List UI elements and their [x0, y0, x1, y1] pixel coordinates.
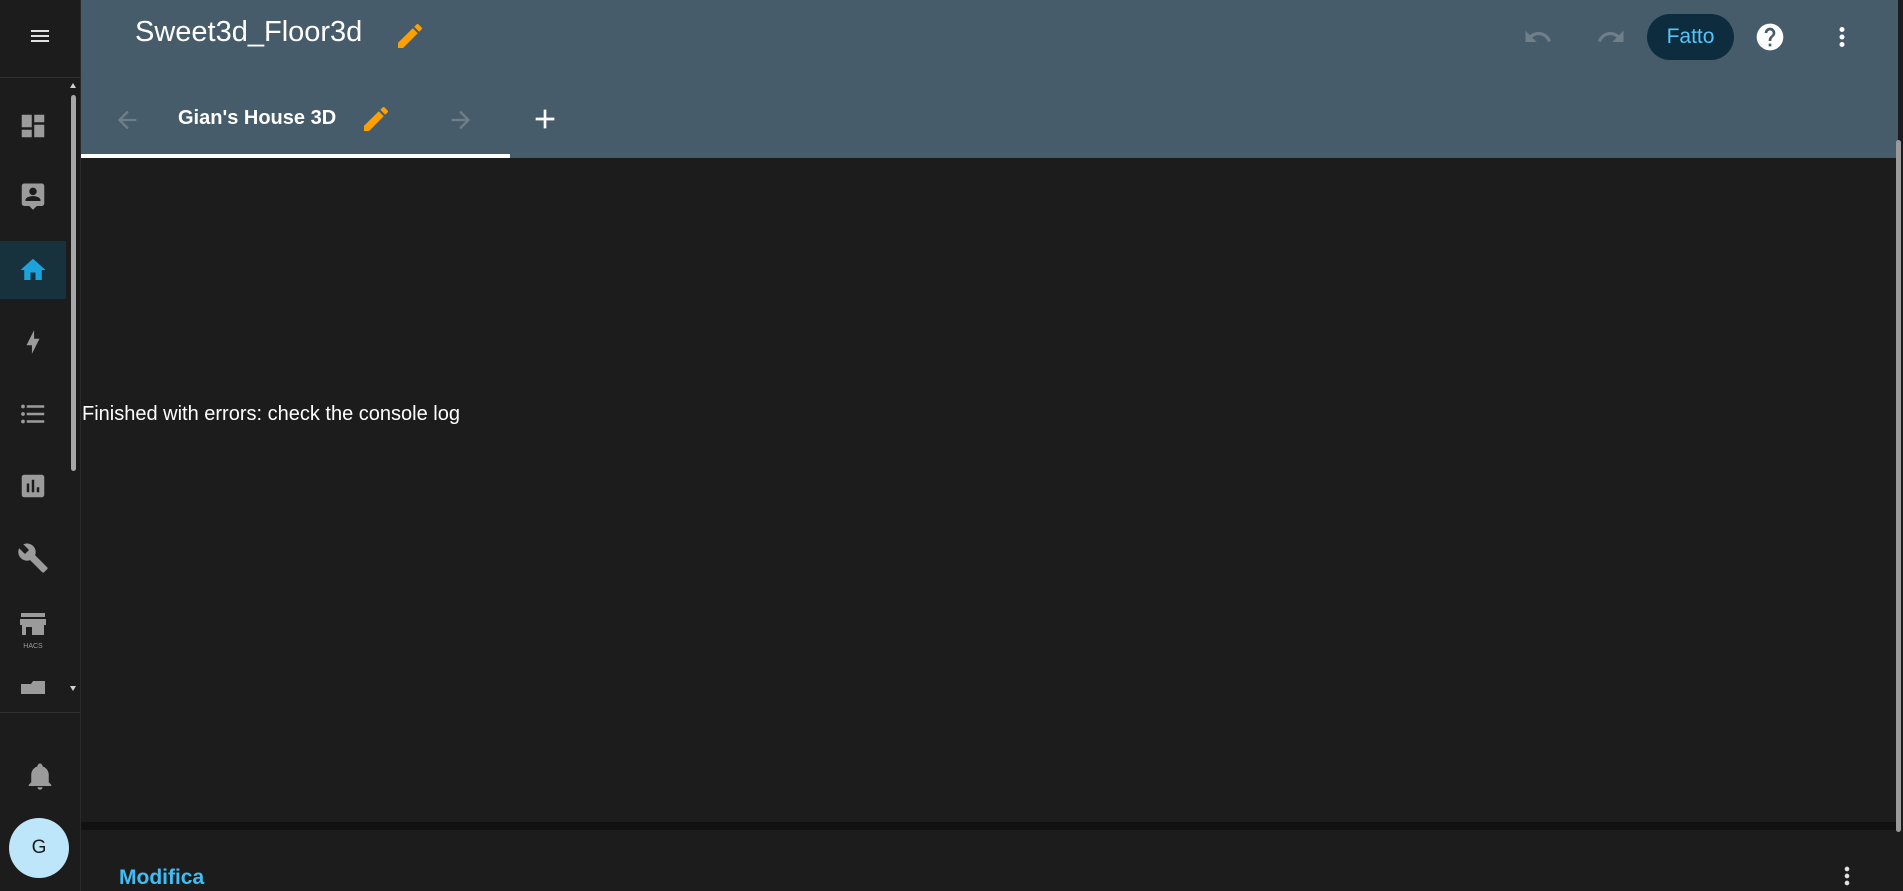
svg-text:HACS: HACS	[23, 643, 43, 650]
sidebar-divider	[0, 77, 81, 78]
done-button-label: Fatto	[1666, 25, 1715, 48]
scroll-down-arrow-icon[interactable]	[69, 684, 77, 692]
bell-icon	[28, 763, 52, 790]
more-vert-icon	[1839, 27, 1845, 47]
sidebar-item-hacs[interactable]: HACS	[0, 602, 66, 660]
plus-icon	[535, 109, 555, 129]
folder-icon	[21, 681, 45, 694]
lightning-icon	[26, 330, 40, 354]
edit-pencil-icon	[364, 107, 388, 131]
sidebar-item-partial[interactable]	[0, 672, 66, 694]
wrench-icon	[18, 543, 48, 573]
notifications-button[interactable]	[20, 756, 60, 796]
add-view-button[interactable]	[525, 98, 565, 140]
edit-view-button[interactable]	[357, 98, 395, 140]
sidebar-item-history[interactable]	[0, 457, 66, 515]
main-scrollbar-thumb[interactable]	[1896, 140, 1901, 832]
avatar[interactable]: G	[9, 818, 69, 878]
undo-button[interactable]	[1517, 16, 1559, 58]
home-icon	[20, 258, 46, 280]
sidebar-scrollbar-thumb[interactable]	[71, 95, 76, 471]
active-tab-indicator	[81, 154, 510, 158]
hamburger-menu-icon	[31, 30, 49, 42]
sidebar-item-developer-tools[interactable]	[0, 529, 66, 587]
redo-button[interactable]	[1590, 16, 1632, 58]
card-divider	[81, 822, 1898, 830]
sidebar-item-logbook[interactable]	[0, 385, 66, 443]
app-header: Sweet3d_Floor3d Fatto Gian's House 3D	[81, 0, 1898, 158]
done-button[interactable]: Fatto	[1647, 14, 1734, 60]
help-button[interactable]	[1749, 16, 1791, 58]
person-card-icon	[21, 183, 45, 210]
edit-pencil-icon	[398, 24, 422, 48]
sidebar-item-profile[interactable]	[0, 167, 66, 225]
edit-title-button[interactable]	[390, 16, 430, 56]
menu-button[interactable]	[20, 18, 60, 54]
error-message: Finished with errors: check the console …	[82, 403, 460, 425]
edit-card-button[interactable]: Modifica	[119, 866, 204, 890]
avatar-initial: G	[31, 837, 47, 858]
move-tab-left-button[interactable]	[110, 100, 144, 140]
list-icon	[21, 404, 45, 424]
more-vert-icon	[1844, 866, 1850, 886]
arrow-left-icon	[117, 110, 137, 130]
page-title: Sweet3d_Floor3d	[135, 16, 363, 48]
sidebar-item-home[interactable]	[0, 241, 66, 299]
card-options-button[interactable]	[1830, 862, 1864, 891]
dashboard-icon	[21, 114, 45, 138]
chart-icon	[21, 474, 45, 498]
arrow-right-icon	[451, 110, 471, 130]
redo-icon	[1597, 30, 1624, 42]
sidebar-divider	[0, 712, 81, 713]
scroll-up-arrow-icon[interactable]	[69, 82, 77, 90]
sidebar-item-energy[interactable]	[0, 313, 66, 371]
help-icon	[1756, 23, 1784, 51]
hacs-store-icon: HACS	[20, 613, 46, 650]
more-options-button[interactable]	[1821, 16, 1863, 58]
sidebar-item-overview[interactable]	[0, 97, 66, 155]
sidebar: HACS G	[0, 0, 81, 891]
card-edit-panel	[81, 830, 1898, 891]
move-tab-right-button[interactable]	[444, 100, 478, 140]
undo-icon	[1525, 30, 1551, 42]
tab-gians-house-3d[interactable]: Gian's House 3D	[178, 107, 336, 130]
